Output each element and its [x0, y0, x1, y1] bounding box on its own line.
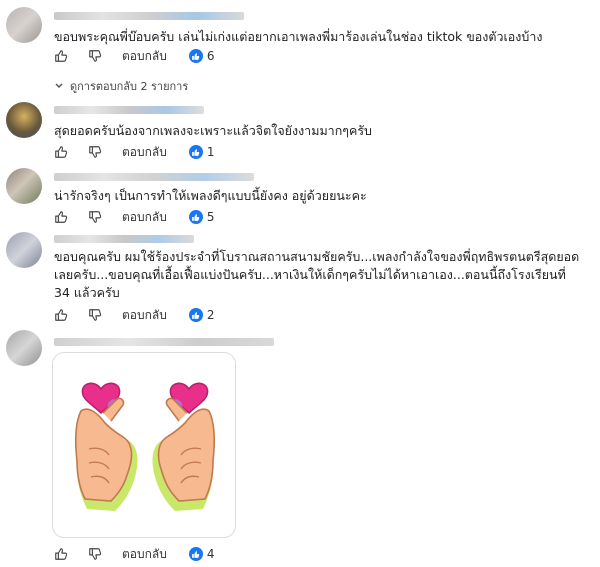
thumbs-up-icon[interactable] — [54, 145, 68, 159]
like-badge-icon — [188, 308, 203, 322]
like-badge-icon — [188, 547, 203, 561]
thumbs-up-icon[interactable] — [54, 49, 68, 63]
like-badge-icon — [188, 49, 203, 63]
comment-text-line: 34 แล้วครับ — [54, 285, 120, 300]
author-name[interactable] — [54, 12, 244, 20]
thumbs-up-icon[interactable] — [54, 547, 68, 561]
like-count: 2 — [206, 308, 215, 322]
sticker-card[interactable] — [52, 352, 236, 538]
like-badge-icon — [188, 210, 203, 224]
comment-actions: ตอบกลับ 2 — [54, 306, 215, 324]
reply-button[interactable]: ตอบกลับ — [122, 306, 167, 325]
like-count: 5 — [206, 210, 215, 224]
avatar[interactable] — [6, 168, 42, 204]
avatar[interactable] — [6, 232, 42, 268]
view-replies-label: ดูการตอบกลับ 2 รายการ — [70, 80, 189, 93]
reply-button[interactable]: ตอบกลับ — [122, 545, 167, 564]
thumbs-down-icon[interactable] — [88, 49, 102, 63]
comment-actions: ตอบกลับ 5 — [54, 208, 215, 226]
thumbs-down-icon[interactable] — [88, 210, 102, 224]
comment-text: ขอบคุณครับ ผมใช้ร้องประจำที่โบราณสถานสนา… — [54, 248, 579, 302]
like-count: 4 — [206, 547, 215, 561]
thumbs-down-icon[interactable] — [88, 547, 102, 561]
comment-text: น่ารักจริงๆ เป็นการทำให้เพลงดีๆแบบนี้ยัง… — [54, 188, 367, 203]
like-count: 6 — [206, 49, 215, 63]
avatar[interactable] — [6, 7, 42, 43]
thumbs-up-icon[interactable] — [54, 210, 68, 224]
chevron-down-icon — [55, 83, 63, 88]
reply-button[interactable]: ตอบกลับ — [122, 208, 167, 227]
comment-text: สุดยอดครับน้องจากเพลงจะเพราะแล้วจิตใจยัง… — [54, 123, 372, 138]
like-count: 1 — [206, 145, 215, 159]
comment-actions: ตอบกลับ 6 — [54, 47, 215, 65]
thumbs-up-icon[interactable] — [54, 308, 68, 322]
author-name[interactable] — [54, 338, 274, 346]
thumbs-down-icon[interactable] — [88, 145, 102, 159]
like-badge-icon — [188, 145, 203, 159]
author-name[interactable] — [54, 173, 254, 181]
avatar[interactable] — [6, 330, 42, 366]
comment-text-line: เลยครับ...ขอบคุณที่เอื้อเฟื้อแบ่งปันครับ… — [54, 267, 566, 282]
thumbs-down-icon[interactable] — [88, 308, 102, 322]
author-name[interactable] — [54, 106, 204, 114]
avatar[interactable] — [6, 102, 42, 138]
comment-actions: ตอบกลับ 4 — [54, 545, 215, 563]
reply-button[interactable]: ตอบกลับ — [122, 47, 167, 66]
reply-button[interactable]: ตอบกลับ — [122, 143, 167, 162]
comment-text-line: ขอบคุณครับ ผมใช้ร้องประจำที่โบราณสถานสนา… — [54, 249, 580, 264]
heart-hands-sticker — [75, 382, 215, 511]
author-name[interactable] — [54, 235, 194, 243]
comment-actions: ตอบกลับ 1 — [54, 143, 215, 161]
comment-text: ขอบพระคุณพี่บ๊อบครับ เล่นไม่เก่งแต่อยากเ… — [54, 29, 543, 44]
view-replies-link[interactable]: ดูการตอบกลับ 2 รายการ — [54, 77, 188, 95]
